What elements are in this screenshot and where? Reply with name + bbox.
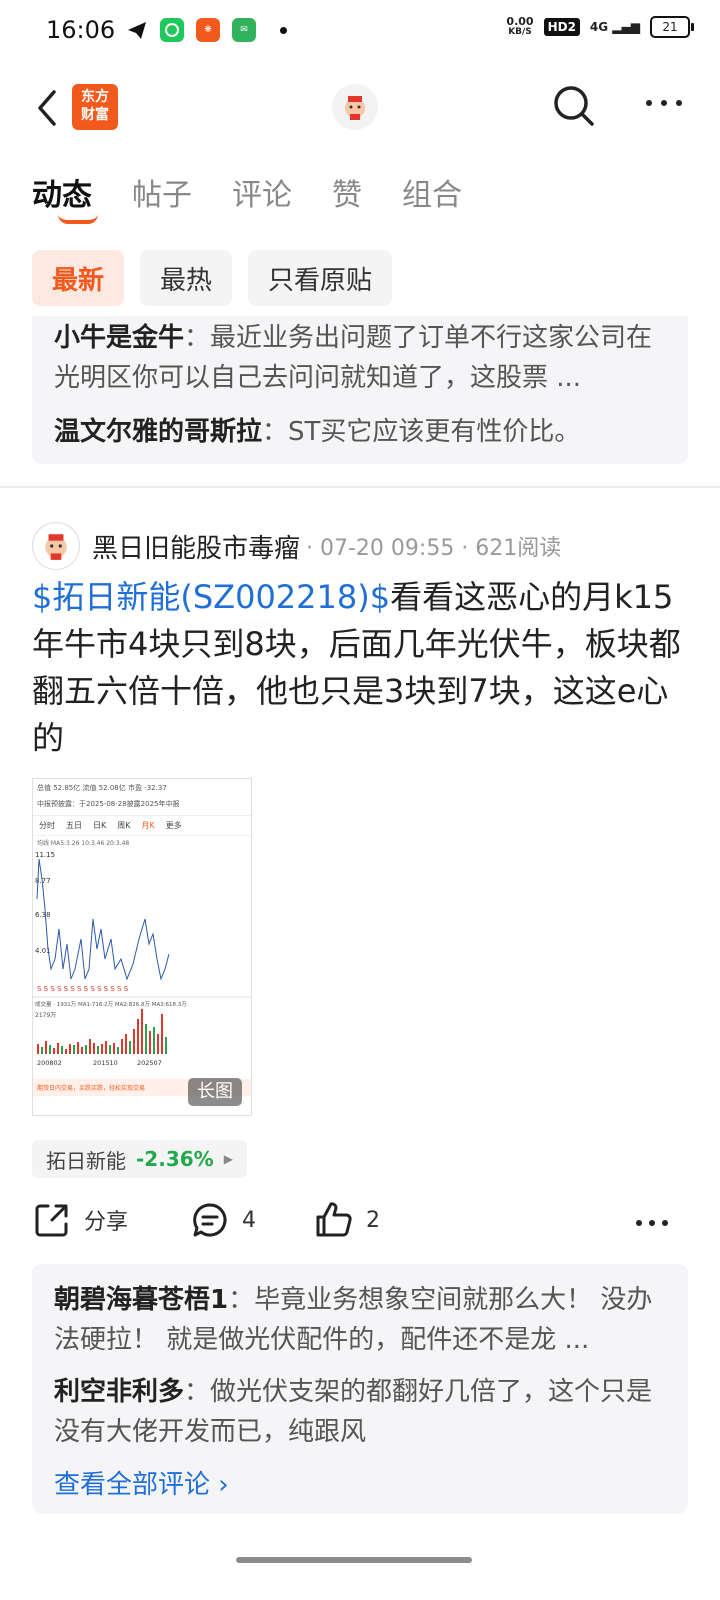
like-button[interactable]: 2 — [314, 1200, 380, 1240]
long-image-badge: 长图 — [188, 1078, 242, 1106]
post-header: 黑日旧能股市毒瘤 · 07-20 09:55 · 621阅读 — [32, 522, 561, 570]
thumb-ma: 均线 MA5:3.26 10:3.46 20:3.48 — [37, 840, 130, 847]
filter-chips: 最新 最热 只看原贴 — [32, 250, 393, 306]
thumb-vol-tick: 2179万 — [35, 1012, 56, 1019]
more-menu-icon[interactable] — [646, 100, 682, 106]
date-label: 200802 — [37, 1059, 62, 1067]
status-bar: 16:06 ❋ ✉ 0.00 KB/S HD2 4G ▂▄▆ 21 — [0, 0, 720, 64]
comments-preview-card[interactable]: 小牛是金牛：最近业务出问题了订单不行这家公司在光明区你可以自己去问问就知道了，这… — [32, 316, 688, 464]
app-notification-icon: ❋ — [196, 18, 220, 42]
thumb-periods: 分时 五日 日K 周K 月K 更多 — [33, 816, 251, 836]
volume-bars — [37, 1009, 167, 1054]
author-avatar[interactable] — [32, 522, 80, 570]
thumbs-up-icon — [316, 1202, 352, 1237]
comment-item[interactable]: 温文尔雅的哥斯拉：ST买它应该更有性价比。 — [54, 412, 666, 452]
stock-tag-name: 拓日新能 — [46, 1148, 126, 1173]
tab-dynamic[interactable]: 动态 — [32, 170, 98, 224]
date-label: 202507 — [137, 1059, 162, 1067]
tab-likes[interactable]: 赞 — [332, 170, 362, 214]
post-actions: 分享 4 2 — [32, 1200, 688, 1246]
post-comments-card[interactable]: 朝碧海暮苍梧1：毕竟业务想象空间就那么大！ 没办法硬拉！ 就是做光伏配件的，配件… — [32, 1264, 688, 1514]
thumb-chart-svg: 11.15 8.77 6.38 4.01 S S S S S S S S S S… — [33, 851, 251, 1067]
app-logo[interactable]: 东方 财富 — [72, 84, 118, 130]
date-label: 201510 — [93, 1059, 118, 1067]
share-button[interactable]: 分享 — [32, 1200, 128, 1240]
more-notifications-dot — [280, 26, 287, 34]
battery-icon: 21 — [650, 16, 694, 38]
thumb-header: 总值 52.85亿 流值 52.08亿 市盈 -32.37 — [37, 784, 167, 792]
user-avatar[interactable] — [332, 84, 378, 130]
hd-badge: HD2 — [543, 18, 580, 36]
divider — [0, 486, 720, 488]
wechat-pay-icon — [160, 18, 184, 42]
home-indicator[interactable] — [236, 1557, 472, 1563]
mascot-icon — [345, 96, 365, 120]
share-icon — [35, 1204, 68, 1237]
thumb-notice: 中报预披露：于2025-08-28披露2025年中报 — [33, 793, 251, 816]
comment-button[interactable]: 4 — [190, 1200, 256, 1240]
top-nav: 东方 财富 — [0, 70, 720, 146]
comment-icon — [193, 1203, 227, 1237]
play-arrow-icon: ▶ — [223, 1152, 233, 1166]
notification-icons: ❋ ✉ — [126, 18, 287, 42]
filter-hottest[interactable]: 最热 — [140, 250, 233, 306]
message-icon: ✉ — [232, 18, 256, 42]
tick-label: 11.15 — [35, 851, 55, 859]
back-icon[interactable] — [30, 86, 64, 130]
comment-item[interactable]: 朝碧海暮苍梧1：毕竟业务想象空间就那么大！ 没办法硬拉！ 就是做光伏配件的，配件… — [54, 1280, 666, 1360]
thumb-vol: 成交量 · 1931万 MA1:716.2万 MA2:826.8万 MA3:61… — [35, 1000, 187, 1008]
post-meta: · 07-20 09:55 · 621阅读 — [306, 536, 562, 561]
filter-original-only[interactable]: 只看原贴 — [248, 250, 393, 306]
telegram-icon — [128, 22, 146, 39]
tab-portfolio[interactable]: 组合 — [402, 170, 462, 214]
status-right: 0.00 KB/S HD2 4G ▂▄▆ 21 — [506, 15, 694, 38]
tab-comments[interactable]: 评论 — [232, 170, 292, 214]
author-name[interactable]: 黑日旧能股市毒瘤 — [92, 528, 300, 565]
stock-tag-change: -2.36% — [136, 1147, 214, 1171]
post-image[interactable]: 总值 52.85亿 流值 52.08亿 市盈 -32.37 中报预披露：于202… — [32, 778, 252, 1116]
profile-tabs: 动态 帖子 评论 赞 组合 — [32, 170, 502, 224]
svg-text:S S S S S S S S S S S S S S: S S S S S S S S S S S S S S — [37, 985, 129, 993]
net-speed: 0.00 KB/S — [506, 15, 534, 37]
stock-link[interactable]: $拓日新能(SZ002218)$ — [32, 578, 390, 616]
search-icon[interactable] — [552, 84, 596, 128]
stock-tag[interactable]: 拓日新能 -2.36% ▶ — [32, 1140, 247, 1178]
tab-posts[interactable]: 帖子 — [132, 170, 192, 214]
post-more-icon[interactable] — [636, 1220, 668, 1226]
mascot-icon — [45, 534, 67, 560]
view-all-comments-link[interactable]: 查看全部评论 › — [54, 1464, 666, 1501]
filter-latest[interactable]: 最新 — [32, 250, 125, 306]
post-body[interactable]: $拓日新能(SZ002218)$看看这恶心的月k15年牛市4块只到8块，后面几年… — [32, 574, 692, 762]
signal-icon: 4G ▂▄▆ — [589, 20, 640, 34]
price-line — [36, 858, 170, 981]
comment-item[interactable]: 小牛是金牛：最近业务出问题了订单不行这家公司在光明区你可以自己去问问就知道了，这… — [54, 318, 666, 398]
comment-item[interactable]: 利空非利多：做光伏支架的都翻好几倍了，这个只是没有大佬开发而已，纯跟风 — [54, 1372, 666, 1452]
tick-label: 6.38 — [35, 911, 51, 919]
status-time: 16:06 — [46, 16, 116, 44]
